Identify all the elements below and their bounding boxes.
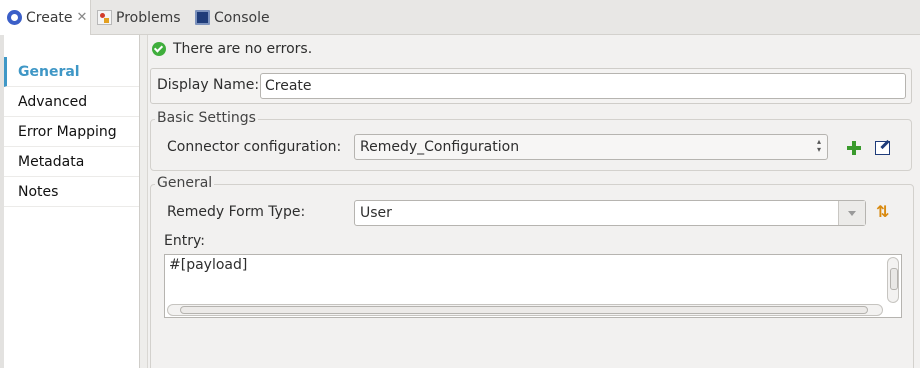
remedy-form-type-value: User: [360, 205, 392, 221]
general-group-title: General: [155, 175, 215, 191]
connector-configuration-label: Connector configuration:: [167, 139, 342, 155]
close-icon[interactable]: ✕: [77, 10, 88, 25]
spinner-arrows-icon: ▴ ▾: [816, 137, 821, 154]
remedy-form-type-select[interactable]: User: [354, 200, 866, 226]
edit-icon[interactable]: [875, 141, 890, 155]
connector-configuration-select[interactable]: Remedy_Configuration ▴ ▾: [354, 134, 828, 160]
problems-icon: [97, 10, 112, 25]
horizontal-scrollbar[interactable]: [167, 304, 883, 316]
sidebar-item-notes[interactable]: Notes: [4, 177, 139, 207]
tab-create[interactable]: Create ✕: [0, 0, 91, 35]
display-name-label: Display Name:: [157, 77, 260, 93]
vertical-scrollbar[interactable]: [887, 257, 899, 303]
add-icon[interactable]: [847, 141, 861, 155]
remedy-form-type-label: Remedy Form Type:: [167, 204, 306, 220]
check-circle-icon: [152, 42, 166, 56]
basic-settings-title: Basic Settings: [155, 110, 258, 126]
display-name-input[interactable]: Create: [260, 73, 906, 99]
properties-sidebar: General Advanced Error Mapping Metadata …: [0, 35, 140, 368]
console-icon: [195, 10, 210, 25]
horizontal-scrollbar-thumb[interactable]: [180, 306, 868, 314]
editor-tab-bar: Create ✕ Problems Console: [0, 0, 920, 35]
sidebar-item-metadata[interactable]: Metadata: [4, 147, 139, 177]
entry-textarea[interactable]: #[payload]: [164, 254, 902, 318]
status-text: There are no errors.: [173, 41, 313, 57]
sidebar-splitter[interactable]: [140, 35, 148, 368]
validation-status: There are no errors.: [152, 40, 312, 58]
tab-console[interactable]: Console: [195, 0, 270, 35]
chevron-down-icon[interactable]: [838, 201, 865, 225]
refresh-icon[interactable]: ⇅: [876, 204, 892, 220]
sidebar-item-general[interactable]: General: [4, 57, 139, 87]
tab-console-label: Console: [214, 9, 270, 26]
sidebar-item-error-mapping[interactable]: Error Mapping: [4, 117, 139, 147]
tab-create-label: Create: [26, 9, 73, 26]
entry-value: #[payload]: [169, 257, 248, 273]
connector-configuration-value: Remedy_Configuration: [360, 139, 520, 155]
sidebar-item-advanced[interactable]: Advanced: [4, 87, 139, 117]
entry-label: Entry:: [164, 233, 205, 249]
mule-connector-icon: [7, 10, 22, 25]
tab-problems[interactable]: Problems: [97, 0, 181, 35]
tab-problems-label: Problems: [116, 9, 181, 26]
